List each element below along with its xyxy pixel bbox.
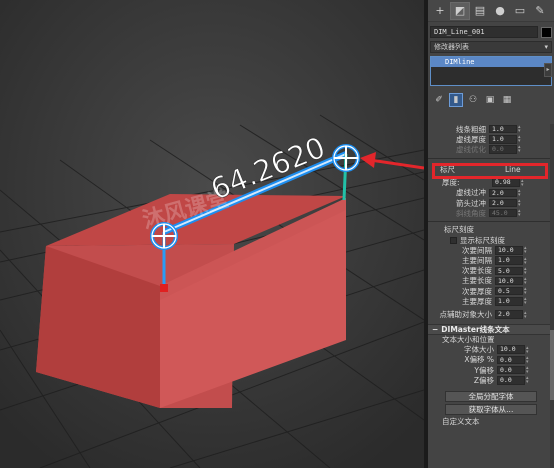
spinner-icon[interactable]: ▴ ▾	[518, 188, 523, 197]
dash-optimize-field[interactable]: 0.0	[489, 145, 517, 154]
spinner-icon[interactable]: ▴ ▾	[518, 209, 523, 218]
spinner-icon[interactable]: ▴ ▾	[518, 125, 523, 134]
major-length-field[interactable]: 10.0	[495, 276, 523, 286]
param-row: 主要厚度 1.0 ▴ ▾	[428, 296, 554, 306]
param-row: 线条粗细 1.0 ▴ ▾	[428, 124, 554, 134]
spinner-icon[interactable]: ▴ ▾	[524, 310, 529, 319]
major-interval-field[interactable]: 1.0	[495, 256, 523, 265]
spinner-icon[interactable]: ▴ ▾	[518, 135, 523, 144]
param-row: Y偏移 0.0 ▴ ▾	[428, 365, 554, 375]
modify-icon[interactable]: ◩	[450, 1, 470, 20]
pin-icon[interactable]: ✐	[432, 93, 446, 107]
param-row: Z偏移 0.0 ▴ ▾	[428, 375, 554, 385]
x-offset-field[interactable]: 0.0	[497, 355, 525, 365]
ruler-header-row: 标尺 Line	[428, 162, 554, 179]
spinner-icon[interactable]: ▴ ▾	[524, 246, 529, 255]
param-row: 次要长度 5.0 ▴ ▾	[428, 266, 554, 276]
param-row: 虚线优化 0.0 ▴ ▾	[428, 144, 554, 154]
viewport-canvas[interactable]: 64.2620 沐风课堂	[0, 0, 424, 468]
slash-angle-field[interactable]: 45.0	[489, 208, 517, 218]
text-group-label: 文本大小和位置	[442, 334, 495, 344]
minor-thickness-field[interactable]: 0.5	[495, 286, 523, 296]
z-offset-field[interactable]: 0.0	[497, 376, 525, 385]
assign-font-button[interactable]: 全局分配字体	[445, 391, 537, 403]
dash-overshoot-field[interactable]: 2.0	[489, 188, 517, 198]
spinner-icon[interactable]: ▴ ▾	[524, 266, 529, 275]
show-ruler-checkbox[interactable]	[450, 236, 457, 244]
param-row: 斜线角度 45.0 ▴ ▾	[428, 208, 554, 218]
param-row: 次要厚度 0.5 ▴ ▾	[428, 286, 554, 296]
command-panel: + ◩ ▤ ● ▭ ✎ 修改器列表 ▾ DIMline ▸ ✐ ▮ ⚇ ▣ ▦ …	[428, 0, 554, 468]
panel-scrollbar[interactable]	[550, 124, 554, 468]
rollout-toggle-icon: −	[432, 324, 439, 334]
spinner-icon[interactable]: ▴ ▾	[526, 345, 531, 354]
object-name-input[interactable]	[430, 26, 538, 38]
font-size-field[interactable]: 10.0	[497, 345, 525, 354]
major-thickness-field[interactable]: 1.0	[495, 297, 523, 306]
modifier-stack[interactable]: DIMline ▸	[430, 56, 552, 86]
perspective-viewport[interactable]: 64.2620 沐风课堂	[0, 0, 424, 468]
display-icon[interactable]: ▭	[510, 2, 530, 20]
object-color-swatch[interactable]	[541, 26, 552, 38]
spinner-icon[interactable]: ▴ ▾	[524, 297, 529, 306]
line-thickness-field[interactable]: 1.0	[489, 124, 517, 134]
text-rollout-header[interactable]: − DIMaster线条文本	[428, 323, 554, 335]
spinner-icon[interactable]: ▴ ▾	[524, 287, 529, 296]
chevron-down-icon: ▾	[544, 43, 548, 51]
param-row: 虚线厚度 1.0 ▴ ▾	[428, 134, 554, 144]
param-row: 次要间隔 10.0 ▴ ▾	[428, 245, 554, 255]
param-row: 箭头过冲 2.0 ▴ ▾	[428, 198, 554, 208]
configure-icon[interactable]: ▦	[500, 93, 514, 107]
param-row: 主要间隔 1.0 ▴ ▾	[428, 256, 554, 266]
param-row: 主要长度 10.0 ▴ ▾	[428, 276, 554, 286]
point-helper-size-field[interactable]: 2.0	[495, 310, 523, 319]
panel-tabs: + ◩ ▤ ● ▭ ✎	[428, 0, 554, 22]
spinner-icon[interactable]: ▴ ▾	[518, 145, 523, 154]
highlight-box	[432, 162, 548, 179]
get-font-button[interactable]: 获取字体从...	[445, 404, 537, 416]
spinner-icon[interactable]: ▴ ▾	[526, 366, 531, 375]
divider	[428, 221, 554, 223]
make-unique-icon[interactable]: ⚇	[466, 93, 480, 107]
param-row: 厚度: 0.98 ▴ ▾	[428, 178, 554, 188]
object-name-row	[430, 26, 552, 38]
spinner-icon[interactable]: ▴ ▾	[524, 256, 529, 265]
stack-toolbar: ✐ ▮ ⚇ ▣ ▦	[430, 92, 552, 108]
minor-length-field[interactable]: 5.0	[495, 266, 523, 276]
stack-item-dimline[interactable]: DIMline	[431, 57, 551, 67]
hierarchy-icon[interactable]: ▤	[470, 2, 490, 20]
spinner-icon[interactable]: ▴ ▾	[524, 276, 529, 285]
create-icon[interactable]: +	[430, 2, 450, 20]
dash-thickness-field[interactable]: 1.0	[489, 135, 517, 144]
motion-icon[interactable]: ●	[490, 2, 510, 20]
spinner-icon[interactable]: ▴ ▾	[526, 376, 531, 385]
ruler-group-label: 标尺刻度	[444, 225, 474, 235]
utilities-icon[interactable]: ✎	[530, 2, 550, 20]
modifier-list-dropdown[interactable]: 修改器列表 ▾	[430, 41, 552, 53]
minor-interval-field[interactable]: 10.0	[495, 246, 523, 255]
divider	[428, 157, 554, 159]
spinner-icon[interactable]: ▴ ▾	[526, 355, 531, 364]
arrow-overshoot-field[interactable]: 2.0	[489, 198, 517, 208]
stack-scroll-icon[interactable]: ▸	[544, 63, 552, 77]
modifier-list-label: 修改器列表	[434, 43, 469, 51]
param-row: 点辅助对象大小 2.0 ▴ ▾	[428, 309, 554, 319]
param-row: 虚线过冲 2.0 ▴ ▾	[428, 188, 554, 198]
parameters-rollout: 线条粗细 1.0 ▴ ▾ 虚线厚度 1.0 ▴ ▾ 虚线优化 0.0 ▴ ▾ 标尺 L…	[428, 124, 554, 427]
y-offset-field[interactable]: 0.0	[497, 365, 525, 375]
param-row: 字体大小 10.0 ▴ ▾	[428, 345, 554, 355]
show-end-result-icon[interactable]: ▮	[449, 93, 463, 107]
spinner-icon[interactable]: ▴ ▾	[521, 178, 526, 187]
spinner-icon[interactable]: ▴ ▾	[518, 199, 523, 208]
custom-text-label: 自定义文本	[442, 417, 480, 427]
show-ruler-row[interactable]: 显示标尺刻度	[428, 235, 554, 245]
panel-scrollbar-thumb[interactable]	[550, 330, 554, 400]
remove-modifier-icon[interactable]: ▣	[483, 93, 497, 107]
param-row: X偏移 % 0.0 ▴ ▾	[428, 355, 554, 365]
thickness-field[interactable]: 0.98	[492, 178, 520, 187]
